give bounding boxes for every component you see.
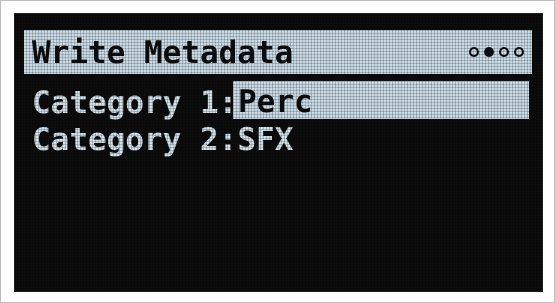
page-title: Write Metadata bbox=[32, 35, 294, 71]
page-dot-3 bbox=[499, 47, 509, 57]
category-1-label: Category 1: bbox=[32, 85, 238, 121]
category-1-value[interactable]: Perc bbox=[233, 81, 529, 120]
category-2-value[interactable]: SFX bbox=[237, 119, 293, 161]
page-dot-1 bbox=[469, 47, 479, 57]
oled-display: Write Metadata Category 1: Perc Category… bbox=[14, 13, 543, 292]
page-dot-2-active bbox=[484, 47, 494, 57]
title-bar: Write Metadata bbox=[24, 30, 532, 74]
category-1-row[interactable]: Category 1: Perc bbox=[32, 81, 529, 122]
device-frame: Write Metadata Category 1: Perc Category… bbox=[0, 0, 555, 303]
category-2-row[interactable]: Category 2:SFX bbox=[32, 119, 293, 159]
category-2-label: Category 2: bbox=[32, 122, 238, 158]
page-indicator bbox=[469, 45, 524, 59]
page-dot-4 bbox=[514, 47, 524, 57]
